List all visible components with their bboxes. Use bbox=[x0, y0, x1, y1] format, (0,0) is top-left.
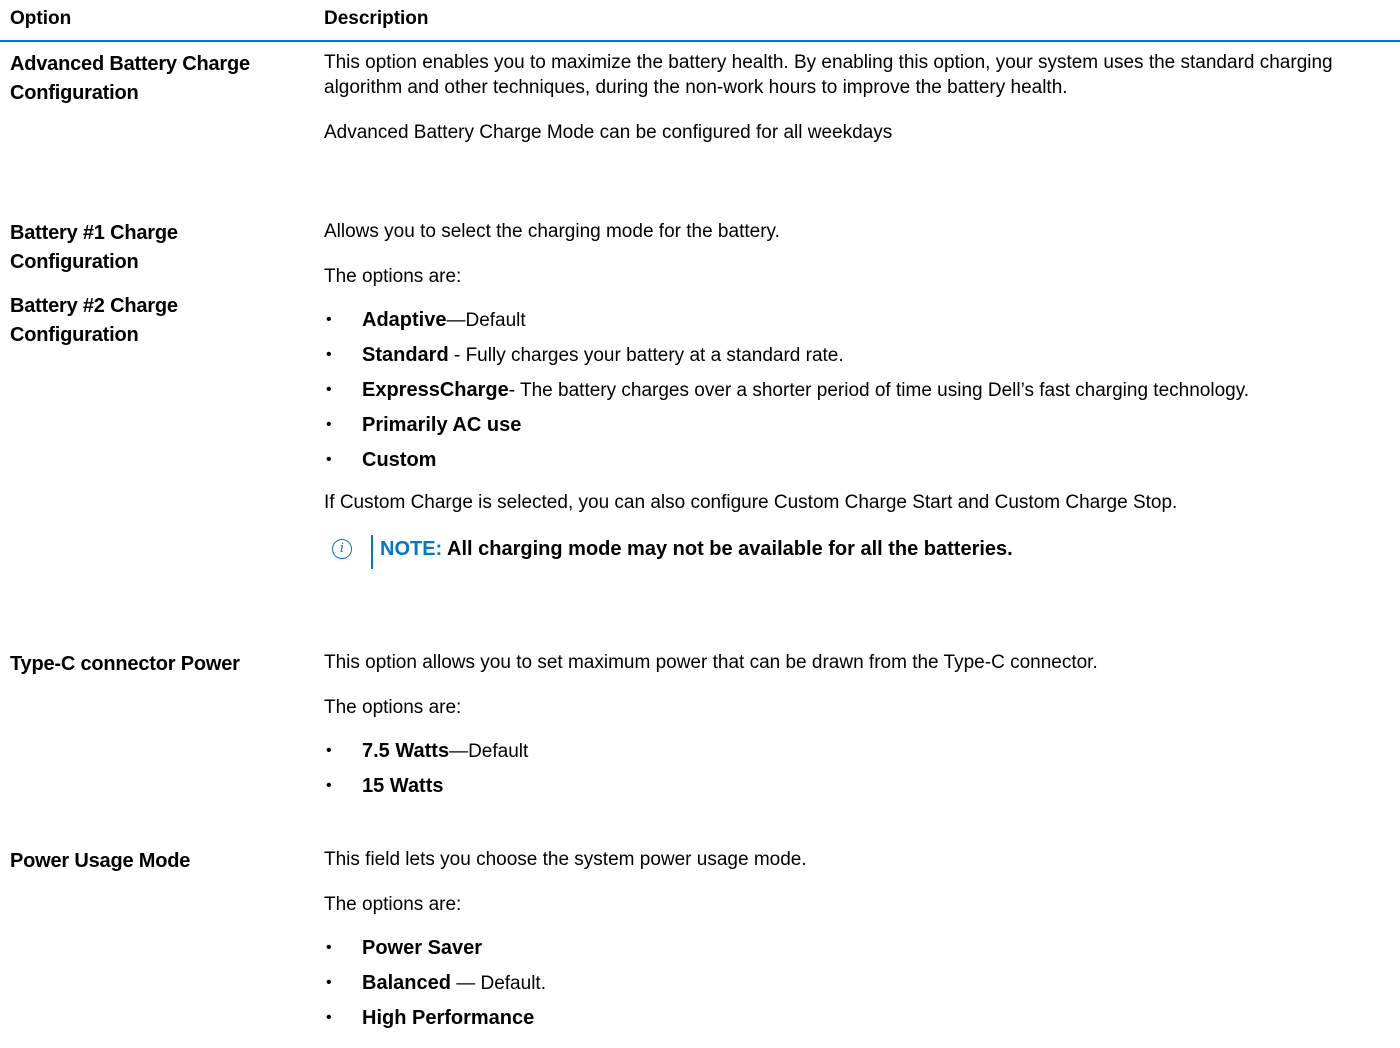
list-item: • Balanced — Default. bbox=[326, 972, 546, 994]
option-label-battery-1: Battery #1 Charge Configuration bbox=[10, 222, 178, 273]
description-column-header: Description bbox=[324, 8, 429, 29]
note-divider bbox=[371, 535, 373, 569]
description-cell: This option allows you to set maximum po… bbox=[324, 650, 1364, 816]
option-label: Type-C connector Power bbox=[10, 653, 240, 675]
bios-options-table: Option Description Advanced Battery Char… bbox=[0, 0, 1400, 1029]
options-label: The options are: bbox=[324, 266, 462, 287]
option-column-header: Option bbox=[10, 8, 72, 29]
option-label: Advanced Battery Charge Configuration bbox=[10, 53, 250, 104]
options-list: • Power Saver • Balanced — Default. • High … bbox=[324, 937, 1364, 1030]
note-callout: i NOTE: All charging mode may not be ava… bbox=[324, 535, 1364, 569]
description-cell: This option enables you to maximize the … bbox=[324, 50, 1364, 165]
bullet-icon: • bbox=[326, 974, 332, 991]
info-icon: i bbox=[332, 539, 352, 559]
list-item: • Adaptive—Default bbox=[326, 309, 526, 331]
list-item: • 15 Watts bbox=[326, 775, 444, 797]
note-text: NOTE: All charging mode may not be avail… bbox=[380, 538, 1013, 560]
description-cell: This field lets you choose the system po… bbox=[324, 847, 1364, 1048]
options-list: • Adaptive—Default • Standard - Fully char… bbox=[324, 309, 1364, 472]
bullet-icon: • bbox=[326, 939, 332, 956]
description-intro: This option allows you to set maximum po… bbox=[324, 652, 1098, 673]
option-cell: Type-C connector Power bbox=[10, 650, 300, 694]
description-intro: This field lets you choose the system po… bbox=[324, 849, 807, 870]
list-item: • ExpressCharge- The battery charges over… bbox=[326, 379, 1250, 401]
list-item: • High Performance bbox=[326, 1007, 535, 1029]
bullet-icon: • bbox=[326, 381, 332, 398]
list-item: • Power Saver bbox=[326, 937, 483, 959]
bullet-icon: • bbox=[326, 742, 332, 759]
list-item: • Standard - Fully charges your battery a… bbox=[326, 344, 844, 366]
list-item: • 7.5 Watts—Default bbox=[326, 740, 529, 762]
bullet-icon: • bbox=[326, 777, 332, 794]
description-paragraph: If Custom Charge is selected, you can al… bbox=[324, 492, 1178, 513]
option-label: Power Usage Mode bbox=[10, 850, 191, 872]
options-label: The options are: bbox=[324, 697, 462, 718]
description-paragraph: Advanced Battery Charge Mode can be conf… bbox=[324, 122, 893, 143]
bullet-icon: • bbox=[326, 416, 332, 433]
options-label: The options are: bbox=[324, 894, 462, 915]
description-paragraph: This option enables you to maximize the … bbox=[324, 52, 1333, 98]
description-cell: Allows you to select the charging mode f… bbox=[324, 219, 1364, 589]
option-label-battery-2: Battery #2 Charge Configuration bbox=[10, 295, 178, 346]
list-item: • Primarily AC use bbox=[326, 414, 522, 436]
description-intro: Allows you to select the charging mode f… bbox=[324, 221, 780, 242]
list-item: • Custom bbox=[326, 449, 437, 471]
option-cell: Advanced Battery Charge Configuration bbox=[10, 50, 300, 123]
option-cell: Power Usage Mode bbox=[10, 847, 300, 891]
option-cell: Battery #1 Charge Configuration Battery … bbox=[10, 219, 300, 365]
bullet-icon: • bbox=[326, 1009, 332, 1026]
bullet-icon: • bbox=[326, 346, 332, 363]
bullet-icon: • bbox=[326, 311, 332, 328]
table-header: Option Description bbox=[0, 0, 1400, 42]
options-list: • 7.5 Watts—Default • 15 Watts bbox=[324, 740, 1364, 798]
bullet-icon: • bbox=[326, 451, 332, 468]
